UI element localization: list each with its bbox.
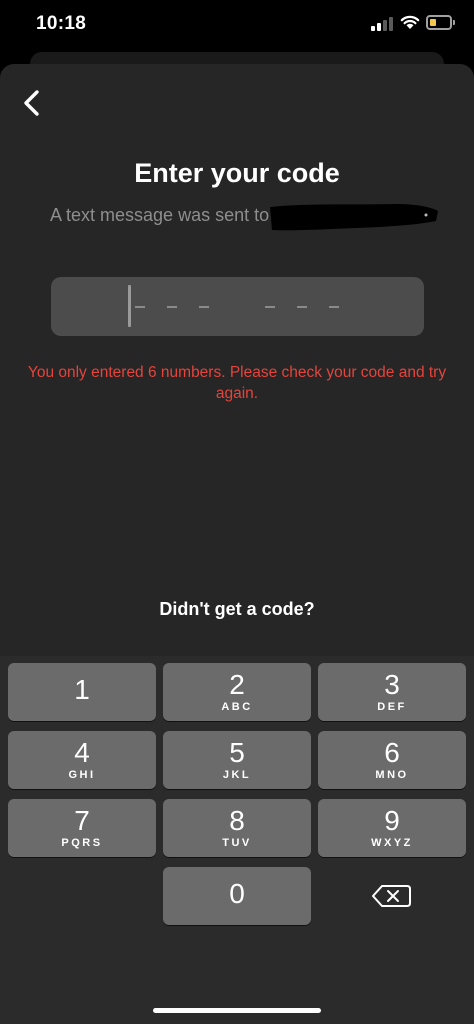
code-digit-slot [167,306,177,308]
cellular-signal-icon [371,17,395,31]
code-digit-slot [329,306,339,308]
key-letters: MNO [375,769,409,781]
key-digit: 3 [384,669,400,700]
redacted-phone-number [270,204,438,231]
key-letters: JKL [222,769,252,781]
key-3[interactable]: 3 DEF [318,663,466,721]
key-9[interactable]: 9 WXYZ [318,799,466,857]
key-letters: WXYZ [371,837,413,849]
page-title: Enter your code [134,158,340,188]
resend-code-link[interactable]: Didn't get a code? [0,599,474,620]
code-digit-slot [199,306,209,308]
key-1[interactable]: 1 [8,663,156,721]
key-8[interactable]: 8 TUV [163,799,311,857]
subtitle-text: A text message was sent to [50,205,270,225]
key-digit: 9 [384,805,400,836]
key-digit: 5 [229,737,245,768]
wifi-icon [400,15,420,29]
key-digit: 2 [229,669,245,700]
key-2[interactable]: 2 ABC [163,663,311,721]
key-digit: 6 [384,737,400,768]
code-digit-slot [265,306,275,308]
key-letters: TUV [222,837,252,849]
key-letters: DEF [377,701,407,713]
key-7[interactable]: 7 PQRS [8,799,156,857]
key-6[interactable]: 6 MNO [318,731,466,789]
back-chevron-left-icon[interactable] [14,84,50,120]
key-digit: 1 [74,674,90,705]
code-digit-slot [135,306,145,308]
backspace-icon[interactable] [318,867,466,925]
key-0[interactable]: 0 [163,867,311,925]
key-digit: 0 [229,878,245,909]
key-digit: 8 [229,805,245,836]
numeric-keypad: 1 2 ABC 3 DEF 4 GHI 5 JKL 6 MNO 7 PQRS 8… [0,656,474,1024]
error-message: You only entered 6 numbers. Please check… [27,364,447,402]
battery-icon [426,15,455,30]
key-digit: 7 [74,805,90,836]
key-digit: 4 [74,737,90,768]
key-5[interactable]: 5 JKL [163,731,311,789]
key-4[interactable]: 4 GHI [8,731,156,789]
text-cursor [128,285,131,327]
status-time: 10:18 [36,13,87,34]
code-digit-slot [297,306,307,308]
key-letters: GHI [68,769,96,781]
verification-code-input[interactable] [51,277,424,336]
battery-level [430,19,436,26]
key-letters: ABC [221,701,253,713]
status-bar: 10:18 [0,0,474,50]
home-indicator[interactable] [153,1008,321,1013]
key-letters: PQRS [61,837,103,849]
